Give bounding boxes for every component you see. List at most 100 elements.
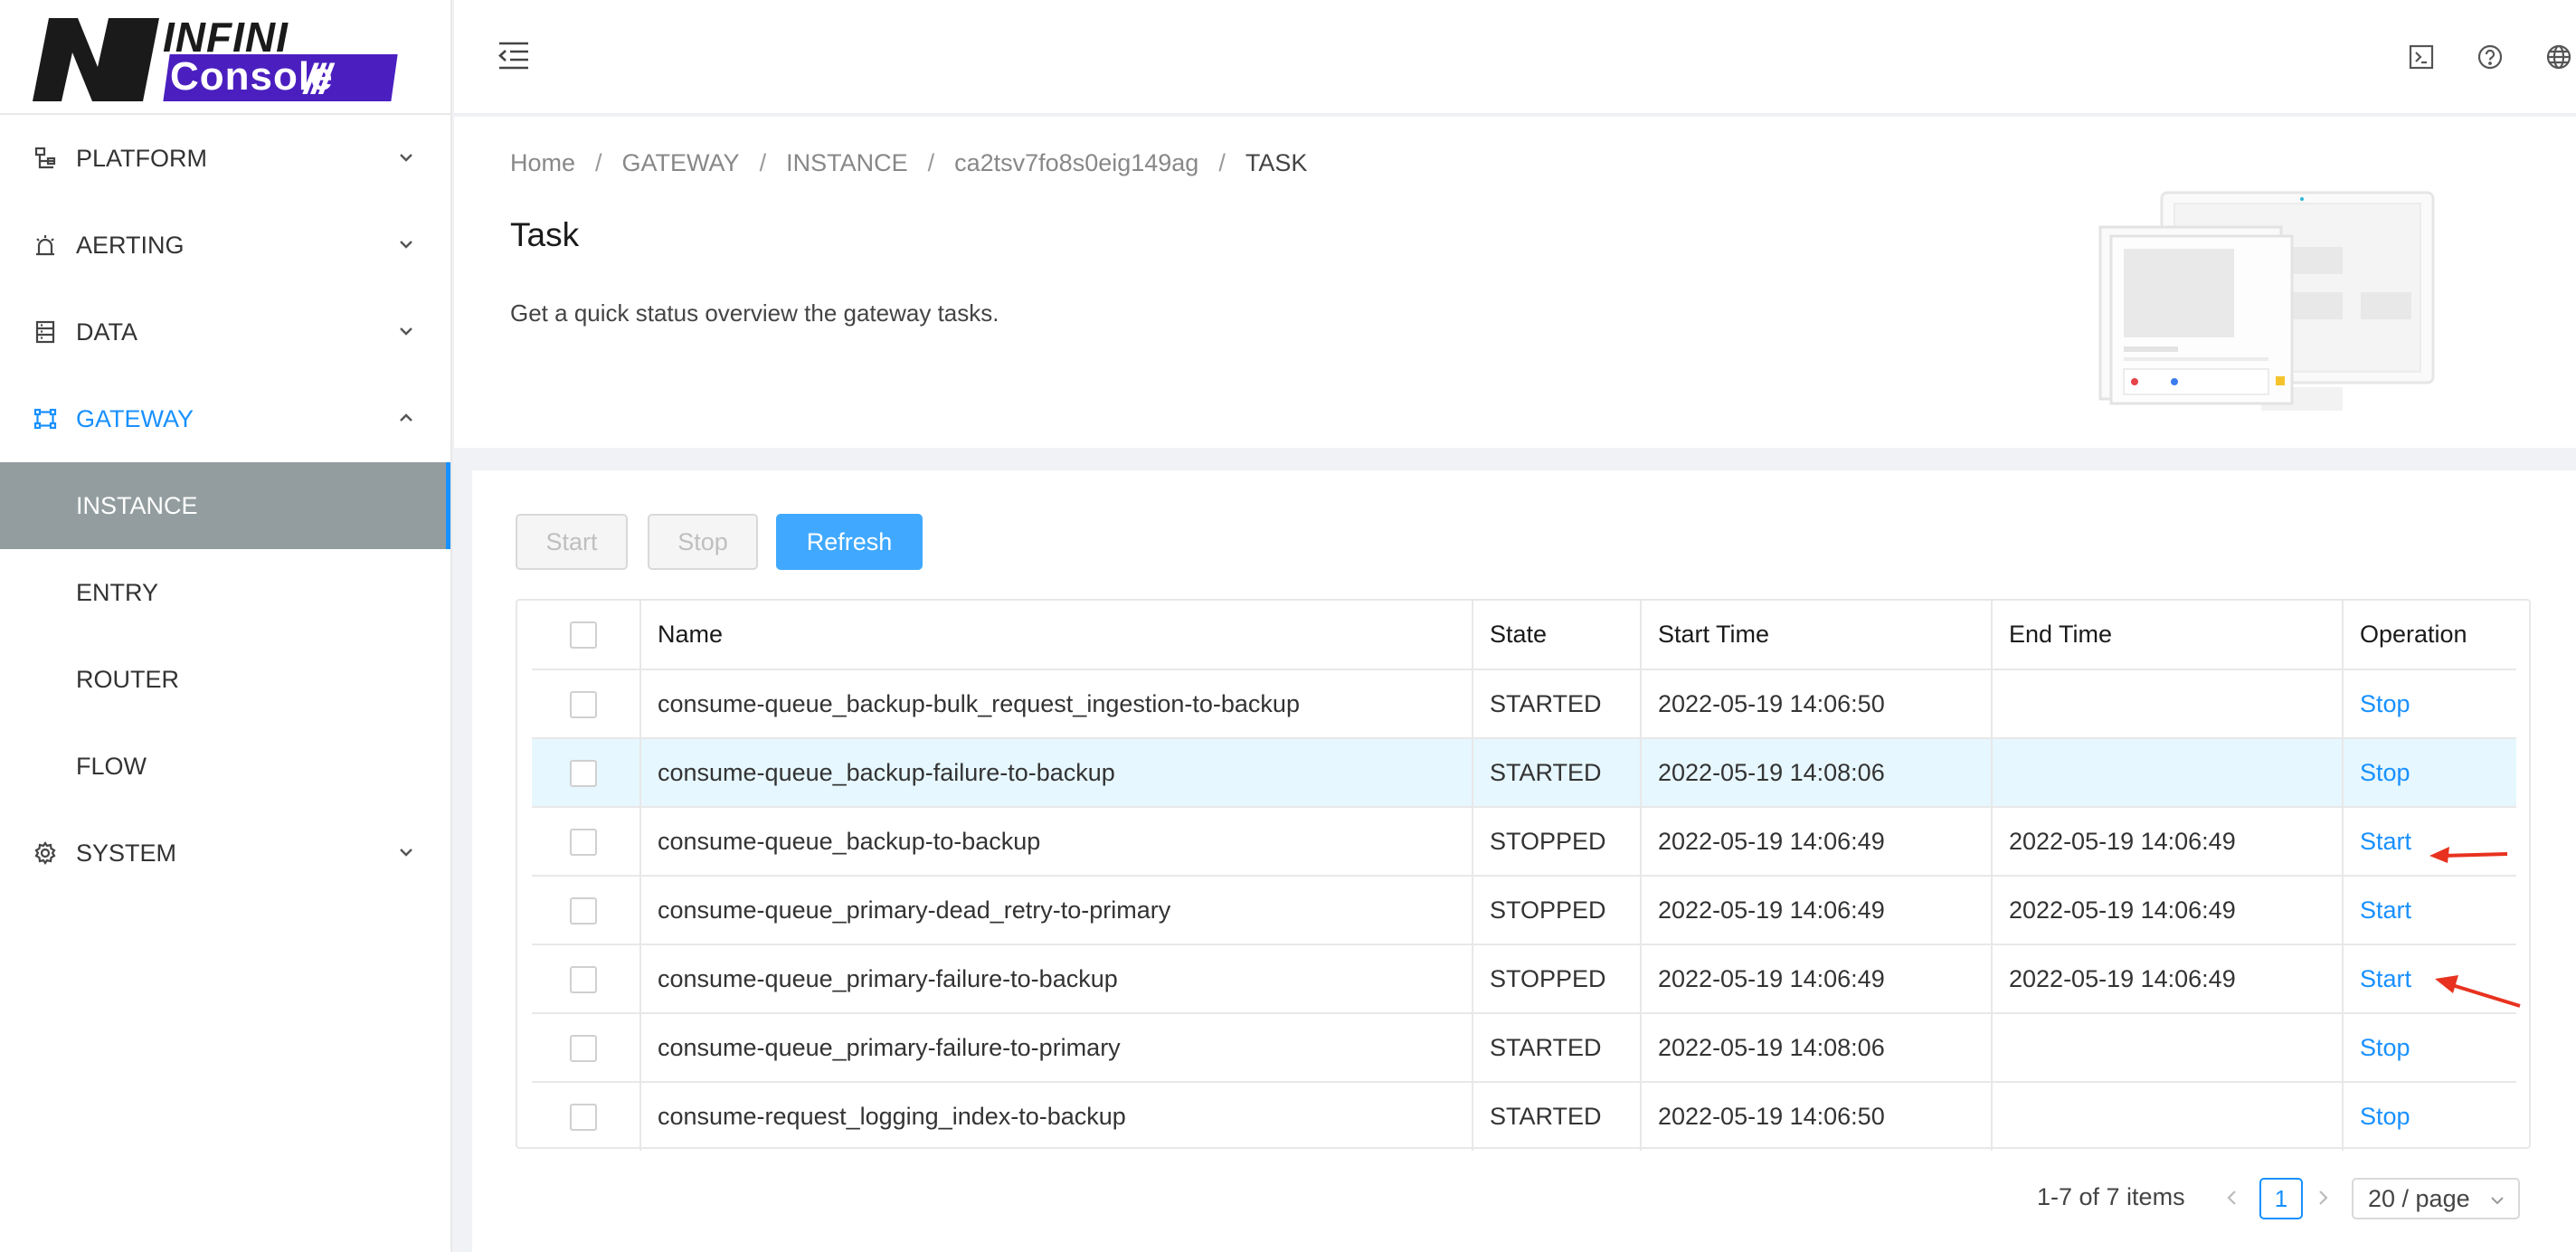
- sidebar-item-aerting[interactable]: AERTING: [0, 202, 450, 289]
- column-header-name[interactable]: Name: [639, 601, 1473, 670]
- database-icon: [33, 319, 58, 345]
- task-name: consume-request_logging_index-to-backup: [639, 1082, 1473, 1151]
- row-checkbox[interactable]: [570, 896, 597, 925]
- breadcrumb-separator: /: [927, 149, 935, 176]
- column-header-state[interactable]: State: [1472, 601, 1641, 670]
- sidebar-item-label: AERTING: [76, 231, 185, 259]
- stop-task-link[interactable]: Stop: [2360, 759, 2410, 786]
- table-row: consume-queue_primary-failure-to-backup …: [532, 944, 2516, 1014]
- stop-task-link[interactable]: Stop: [2360, 690, 2410, 717]
- page-size-value: 20 / page: [2368, 1184, 2470, 1212]
- start-task-link[interactable]: Start: [2360, 896, 2411, 924]
- start-task-link[interactable]: Start: [2360, 965, 2411, 992]
- breadcrumb-instance[interactable]: INSTANCE: [786, 149, 908, 177]
- task-end-time: [1991, 1013, 2343, 1083]
- sidebar-item-router[interactable]: ROUTER: [0, 636, 450, 723]
- stop-task-link[interactable]: Stop: [2360, 1034, 2410, 1061]
- stop-button[interactable]: Stop: [648, 514, 758, 570]
- infini-logo-icon: [33, 18, 159, 101]
- pagination: 1-7 of 7 items 1 20 / page: [2037, 1176, 2576, 1219]
- logo[interactable]: INFINI Console ///: [0, 0, 450, 115]
- sidebar-item-flow[interactable]: FLOW: [0, 723, 450, 810]
- stop-task-link[interactable]: Stop: [2360, 1103, 2410, 1130]
- row-select-cell: [532, 1013, 640, 1083]
- row-checkbox[interactable]: [570, 690, 597, 718]
- column-header-end-time[interactable]: End Time: [1991, 601, 2343, 670]
- row-select-cell: [532, 876, 640, 945]
- row-select-cell: [532, 669, 640, 739]
- row-select-cell: [532, 944, 640, 1014]
- task-end-time: [1991, 1082, 2343, 1151]
- gateway-icon: [33, 406, 58, 432]
- page-number-current[interactable]: 1: [2259, 1178, 2303, 1219]
- annotation-arrow-icon: [2435, 975, 2521, 1008]
- table-row: consume-queue_primary-failure-to-primary…: [532, 1013, 2516, 1083]
- task-table: Name State Start Time End Time Operation…: [516, 599, 2531, 1151]
- breadcrumb-gateway[interactable]: GATEWAY: [622, 149, 740, 177]
- top-header: [454, 0, 2576, 115]
- task-state: STARTED: [1472, 669, 1641, 739]
- page-size-select[interactable]: 20 / page: [2352, 1178, 2520, 1219]
- platform-icon: [33, 146, 58, 171]
- operation-cell: Stop: [2342, 738, 2516, 808]
- task-end-time: 2022-05-19 14:06:49: [1991, 944, 2343, 1014]
- task-start-time: 2022-05-19 14:08:06: [1640, 738, 1992, 808]
- start-task-link[interactable]: Start: [2360, 828, 2411, 855]
- task-card: Start Stop Refresh Name State Start Time…: [472, 470, 2576, 1252]
- help-icon[interactable]: [2477, 43, 2504, 71]
- column-header-start-time[interactable]: Start Time: [1640, 601, 1992, 670]
- annotation-arrow-icon: [2429, 847, 2508, 863]
- terminal-icon[interactable]: [2408, 43, 2435, 71]
- sidebar-item-gateway[interactable]: GATEWAY: [0, 375, 450, 462]
- chevron-right-icon[interactable]: [2314, 1189, 2332, 1207]
- chevron-down-icon: [2491, 1197, 2504, 1205]
- sidebar-item-instance[interactable]: INSTANCE: [0, 462, 450, 549]
- row-select-cell: [532, 738, 640, 808]
- task-state: STARTED: [1472, 738, 1641, 808]
- dashboard-illustration: [2098, 191, 2435, 411]
- refresh-button[interactable]: Refresh: [776, 514, 923, 570]
- task-name: consume-queue_backup-failure-to-backup: [639, 738, 1473, 808]
- chevron-down-icon: [400, 154, 412, 162]
- row-checkbox[interactable]: [570, 1104, 597, 1132]
- breadcrumb-separator: /: [595, 149, 602, 176]
- chevron-left-icon[interactable]: [2223, 1189, 2241, 1207]
- sidebar-item-entry[interactable]: ENTRY: [0, 549, 450, 636]
- task-state: STOPPED: [1472, 807, 1641, 877]
- table-row: consume-queue_backup-failure-to-backup S…: [532, 738, 2516, 808]
- task-name: consume-queue_backup-to-backup: [639, 807, 1473, 877]
- task-state: STARTED: [1472, 1013, 1641, 1083]
- row-checkbox[interactable]: [570, 965, 597, 993]
- column-header-operation: Operation: [2342, 601, 2516, 670]
- task-end-time: 2022-05-19 14:06:49: [1991, 807, 2343, 877]
- chevron-down-icon: [400, 241, 412, 249]
- row-checkbox[interactable]: [570, 1034, 597, 1062]
- breadcrumb: Home / GATEWAY / INSTANCE / ca2tsv7fo8s0…: [510, 149, 1307, 177]
- page-title: Task: [510, 216, 580, 253]
- task-name: consume-queue_primary-failure-to-backup: [639, 944, 1473, 1014]
- breadcrumb-separator: /: [759, 149, 767, 176]
- select-all-cell: [532, 601, 640, 670]
- sidebar: INFINI Console /// PLATFORM AERTING DATA…: [0, 0, 452, 1252]
- task-name: consume-queue_primary-failure-to-primary: [639, 1013, 1473, 1083]
- task-end-time: 2022-05-19 14:06:49: [1991, 876, 2343, 945]
- start-button[interactable]: Start: [516, 514, 628, 570]
- breadcrumb-instance-id[interactable]: ca2tsv7fo8s0eig149ag: [954, 149, 1198, 177]
- task-end-time: [1991, 738, 2343, 808]
- breadcrumb-home[interactable]: Home: [510, 149, 575, 177]
- chevron-down-icon: [400, 849, 412, 857]
- chevron-down-icon: [400, 327, 412, 336]
- sidebar-menu: PLATFORM AERTING DATA GATEWAY INSTANCE E…: [0, 115, 450, 896]
- sidebar-item-platform[interactable]: PLATFORM: [0, 115, 450, 202]
- sidebar-item-label: SYSTEM: [76, 839, 177, 867]
- collapse-menu-icon[interactable]: [496, 38, 532, 74]
- sidebar-item-label: PLATFORM: [76, 144, 208, 172]
- globe-icon[interactable]: [2545, 43, 2572, 71]
- select-all-checkbox[interactable]: [570, 621, 597, 650]
- sidebar-item-system[interactable]: SYSTEM: [0, 810, 450, 896]
- task-start-time: 2022-05-19 14:06:50: [1640, 669, 1992, 739]
- row-checkbox[interactable]: [570, 759, 597, 787]
- sidebar-item-data[interactable]: DATA: [0, 289, 450, 375]
- task-name: consume-queue_backup-bulk_request_ingest…: [639, 669, 1473, 739]
- row-checkbox[interactable]: [570, 828, 597, 856]
